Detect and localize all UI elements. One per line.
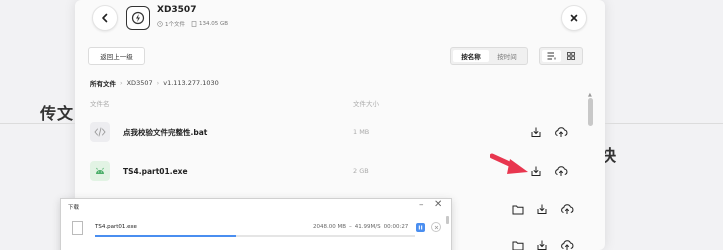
folder-meta: 1个文件 134.05 GB [157, 20, 228, 28]
chevron-left-icon [102, 13, 108, 23]
download-stats: 2048.00 MB – 41.99M/S 00:00:27 [313, 224, 408, 230]
download-time: 00:00:27 [383, 224, 409, 230]
download-progress-bar [95, 235, 236, 237]
close-icon [570, 14, 578, 22]
download-icon[interactable] [536, 203, 548, 215]
download-window-title: 下载 [68, 205, 80, 211]
cloud-upload-icon[interactable] [554, 126, 568, 138]
sort-toggle: 按名称 按时间 [450, 47, 528, 65]
breadcrumb-separator: › [156, 79, 160, 87]
android-file-icon [90, 161, 110, 181]
list-view-button[interactable] [542, 50, 561, 62]
close-icon [434, 225, 438, 229]
file-icon [72, 221, 83, 235]
breadcrumb: 所有文件 › XD3507 › v1.113.277.1030 [90, 78, 219, 88]
go-up-button[interactable]: 返回上一级 [88, 47, 145, 65]
breadcrumb-root[interactable]: 所有文件 [90, 78, 116, 88]
code-file-icon [90, 122, 110, 142]
cloud-upload-icon[interactable] [560, 239, 574, 250]
folder-title: XD3507 [157, 5, 197, 15]
cloud-upload-icon[interactable] [560, 203, 574, 215]
clock-icon [157, 21, 163, 27]
file-count: 1个文件 [157, 20, 185, 28]
grid-view-button[interactable] [561, 50, 580, 62]
file-row[interactable]: 点我校验文件完整性.bat 1 MB [90, 119, 575, 145]
sort-by-time-button[interactable]: 按时间 [489, 50, 525, 62]
minimize-button[interactable]: – [419, 200, 424, 210]
folder-icon[interactable] [512, 204, 524, 215]
breadcrumb-separator: › [120, 79, 123, 87]
download-item: TS4.part01.exe 2048.00 MB – 41.99M/S 00:… [72, 219, 447, 239]
breadcrumb-folder[interactable]: XD3507 [127, 79, 153, 87]
file-size: 1 MB [353, 128, 370, 136]
download-size: 2048.00 MB [313, 224, 347, 230]
download-file-name: TS4.part01.exe [95, 224, 137, 230]
download-separator: – [349, 224, 352, 230]
grid-icon [566, 52, 575, 60]
download-icon[interactable] [530, 126, 542, 138]
file-icon [191, 21, 197, 27]
file-name: TS4.part01.exe [123, 166, 188, 176]
scrollbar-thumb[interactable] [588, 98, 593, 126]
total-size: 134.05 GB [191, 21, 228, 27]
background-heading-left: 传文 [40, 104, 75, 123]
background-divider [605, 123, 723, 124]
column-header-name: 文件名 [90, 100, 110, 108]
app-logo-icon [126, 6, 150, 30]
cloud-upload-icon[interactable] [554, 165, 568, 177]
list-icon [547, 52, 556, 60]
back-button[interactable] [92, 5, 118, 31]
breadcrumb-version[interactable]: v1.113.277.1030 [163, 79, 219, 87]
column-header-size: 文件大小 [353, 100, 379, 108]
cancel-download-button[interactable] [431, 222, 441, 232]
sort-by-name-button[interactable]: 按名称 [453, 50, 489, 62]
file-name: 点我校验文件完整性.bat [123, 127, 208, 137]
download-speed: 41.99M/S [354, 224, 381, 230]
file-size: 2 GB [353, 167, 369, 175]
download-icon[interactable] [536, 239, 548, 250]
view-toggle [539, 47, 583, 65]
download-window: 下载 – ✕ TS4.part01.exe 2048.00 MB – 41.99… [60, 198, 452, 250]
download-close-button[interactable]: ✕ [434, 199, 442, 210]
folder-icon[interactable] [512, 240, 524, 250]
annotation-arrow-icon [490, 153, 528, 174]
pause-icon [418, 225, 423, 230]
download-scrollbar[interactable] [446, 216, 449, 224]
close-button[interactable] [561, 5, 587, 31]
background-divider [0, 123, 75, 124]
pause-button[interactable] [416, 223, 425, 232]
